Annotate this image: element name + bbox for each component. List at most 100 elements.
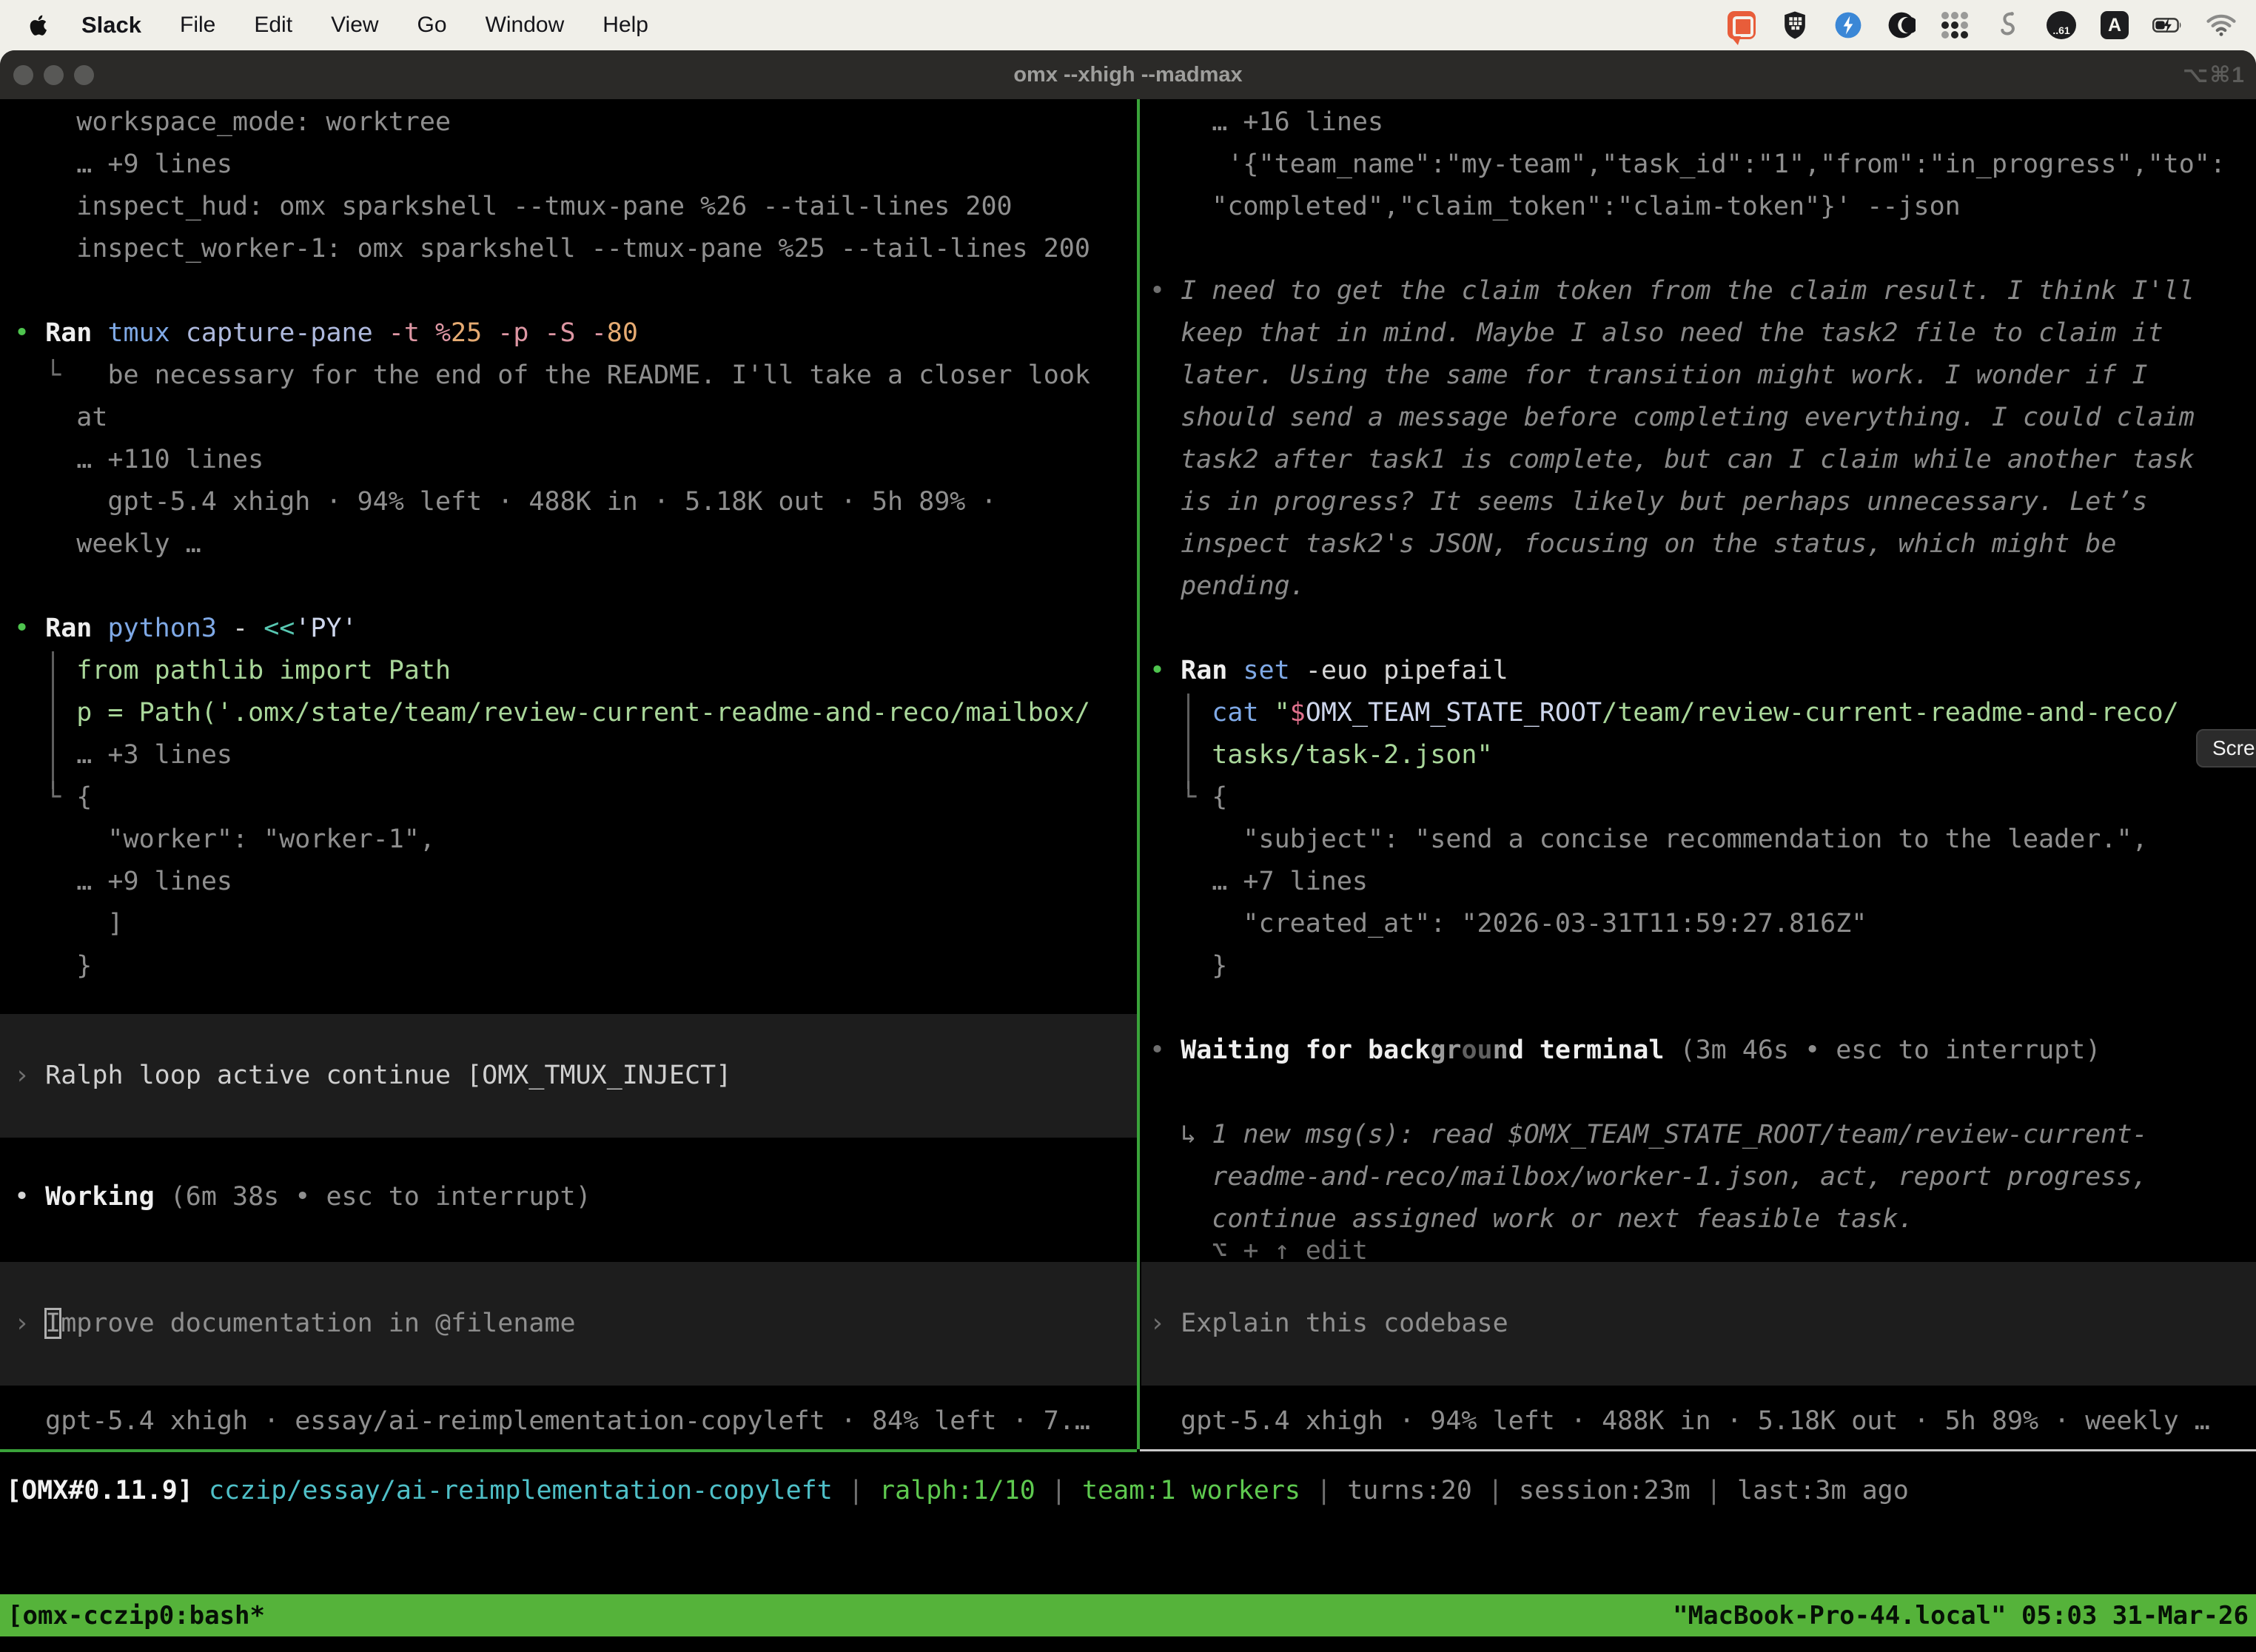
text-segment: Ran — [45, 318, 107, 348]
terminal-window: omx --xhigh --madmax ⌥⌘1 workspace_mode:… — [0, 50, 2256, 1652]
text-segment: "worker": "worker-1", — [14, 825, 435, 854]
menu-item-view[interactable]: View — [331, 13, 378, 38]
terminal-line: readme-and-reco/mailbox/worker-1.json, a… — [1149, 1156, 2148, 1198]
terminal-line: "worker": "worker-1", — [14, 819, 435, 861]
battery-61-badge-icon[interactable]: ..61 — [2046, 10, 2077, 41]
terminal-line: "completed","claim_token":"claim-token"}… — [1149, 186, 1961, 228]
text-segment: tasks/task-2.json" — [1149, 740, 1493, 770]
terminal-line: … +9 lines — [14, 861, 232, 903]
tmux-status-bar: [omx-cczip0:bash* "MacBook-Pro-44.local"… — [0, 1594, 2256, 1636]
text-segment: later. Using the same for transition mig… — [1149, 360, 2148, 390]
text-segment: -t — [389, 318, 435, 348]
dots-grid-icon[interactable] — [1939, 10, 1970, 41]
terminal-line: • Waiting for background terminal (3m 46… — [1149, 1030, 2101, 1072]
terminal-line: … +9 lines — [14, 144, 232, 186]
text-segment: continue assigned work or next feasible … — [1149, 1204, 1914, 1234]
text-segment: - — [232, 614, 263, 643]
text-segment: readme-and-reco/mailbox/worker-1.json, a… — [1149, 1162, 2148, 1192]
text-segment: team:1 workers — [1082, 1476, 1300, 1505]
menu-items: Slack File Edit View Go Window Help — [81, 12, 648, 38]
prompt-box[interactable]: › Ralph loop active continue [OMX_TMUX_I… — [0, 1014, 1137, 1138]
text-segment: … +9 lines — [14, 867, 232, 896]
text-segment: (3m 46s • esc to interrupt) — [1680, 1035, 2101, 1065]
text-segment: at — [14, 403, 107, 432]
text-segment: gpt-5.4 xhigh · 94% left · 488K in · 5.1… — [14, 487, 997, 517]
text-segment: be necessary for the end of the README. … — [107, 360, 1090, 390]
shield-grid-icon[interactable] — [1779, 10, 1810, 41]
screen-share-tooltip: Scre — [2196, 729, 2256, 768]
text-segment: • — [1149, 656, 1181, 685]
text-segment: | — [1300, 1476, 1347, 1505]
text-segment: | — [833, 1476, 879, 1505]
text-segment: d terminal — [1508, 1035, 1680, 1065]
text-segment: | — [1035, 1476, 1082, 1505]
terminal-line: } — [14, 945, 92, 987]
tmux-pane-right[interactable]: … +16 lines '{"team_name":"my-team","tas… — [1141, 99, 2256, 1449]
terminal-line: gpt-5.4 xhigh · 94% left · 488K in · 5.1… — [14, 481, 997, 523]
terminal-line: from pathlib import Path — [14, 650, 451, 692]
menu-item-window[interactable]: Window — [486, 13, 565, 38]
wifi-icon[interactable] — [2206, 10, 2237, 41]
text-segment: /team/review-current-readme-and-reco/ — [1602, 698, 2179, 728]
menu-bar: Slack File Edit View Go Window Help — [0, 0, 2256, 50]
menu-status-icons: ..61 A — [1726, 10, 2256, 41]
text-segment: ralph:1/10 — [879, 1476, 1035, 1505]
text-segment: ↳ 1 new msg(s): read $OMX_TEAM_STATE_ROO… — [1149, 1120, 2148, 1149]
battery-charge-icon[interactable] — [2152, 10, 2183, 41]
terminal-line: › Improve documentation in @filename — [14, 1303, 576, 1345]
text-segment: inspect_worker-1: omx sparkshell --tmux-… — [14, 234, 1090, 263]
text-segment: › — [14, 1309, 45, 1338]
text-segment: └ — [14, 360, 107, 390]
terminal-line: cat "$OMX_TEAM_STATE_ROOT/team/review-cu… — [1149, 692, 2179, 734]
text-segment: p = Path('.omx/state/team/review-current… — [14, 698, 1090, 728]
terminal-content[interactable]: workspace_mode: worktree … +9 lines insp… — [0, 99, 2256, 1652]
terminal-line: … +3 lines — [14, 734, 232, 776]
snake-icon[interactable] — [1993, 10, 2024, 41]
prompt-box[interactable]: › Improve documentation in @filename — [0, 1262, 1137, 1386]
menu-item-file[interactable]: File — [180, 13, 215, 38]
sync-badge-icon[interactable] — [1833, 10, 1864, 41]
text-segment — [1149, 698, 1212, 728]
text-segment: { — [1212, 782, 1227, 812]
tmux-host-clock: "MacBook-Pro-44.local" 05:03 31-Mar-26 — [1673, 1601, 2249, 1631]
hud-status-line: [OMX#0.11.9] cczip/essay/ai-reimplementa… — [0, 1470, 2256, 1512]
terminal-line: … +110 lines — [14, 439, 263, 481]
menu-item-slack[interactable]: Slack — [81, 12, 141, 38]
menu-item-help[interactable]: Help — [602, 13, 648, 38]
text-segment: 25 — [451, 318, 497, 348]
terminal-line: is in progress? It seems likely but perh… — [1149, 481, 2148, 523]
chat-app-icon[interactable] — [1726, 10, 1757, 41]
prompt-box[interactable]: › Explain this codebase — [1141, 1262, 2256, 1386]
pane-divider[interactable] — [1137, 99, 1140, 1449]
text-segment: Explain this codebase — [1181, 1309, 1508, 1338]
text-segment: Working — [45, 1182, 170, 1212]
terminal-line: later. Using the same for transition mig… — [1149, 355, 2148, 397]
text-segment: gr — [1430, 1035, 1461, 1065]
text-segment: { — [76, 782, 92, 812]
terminal-line: … +16 lines — [1149, 101, 1383, 144]
text-segment: 80 — [607, 318, 638, 348]
terminal-line: ] — [14, 903, 124, 945]
terminal-line: workspace_mode: worktree — [14, 101, 451, 144]
desktop: Slack File Edit View Go Window Help — [0, 0, 2256, 1652]
terminal-line: tasks/task-2.json" — [1149, 734, 1493, 776]
a-key-icon[interactable]: A — [2099, 10, 2130, 41]
menu-item-go[interactable]: Go — [417, 13, 447, 38]
text-segment: gpt-5.4 xhigh · 94% left · 488K in · 5.1… — [1149, 1406, 2210, 1436]
text-segment: … +9 lines — [14, 150, 232, 179]
text-segment: (6m 38s • esc to interrupt) — [170, 1182, 591, 1212]
menu-item-edit[interactable]: Edit — [254, 13, 292, 38]
window-shortcut: ⌥⌘1 — [2183, 50, 2246, 99]
dark-disc-icon[interactable] — [1886, 10, 1917, 41]
terminal-line: › Explain this codebase — [1149, 1303, 1508, 1345]
terminal-line: should send a message before completing … — [1149, 397, 2195, 439]
terminal-line: pending. — [1149, 565, 1306, 608]
text-cursor: I — [45, 1309, 61, 1338]
text-segment: "created_at": "2026-03-31T11:59:27.816Z" — [1149, 909, 1867, 939]
apple-menu-icon[interactable] — [27, 10, 52, 40]
terminal-line: [OMX#0.11.9] cczip/essay/ai-reimplementa… — [6, 1470, 1909, 1512]
text-segment: python3 — [107, 614, 232, 643]
tmux-pane-left[interactable]: workspace_mode: worktree … +9 lines insp… — [0, 99, 1137, 1449]
title-bar[interactable]: omx --xhigh --madmax ⌥⌘1 — [0, 50, 2256, 99]
text-segment: Ran — [45, 614, 107, 643]
